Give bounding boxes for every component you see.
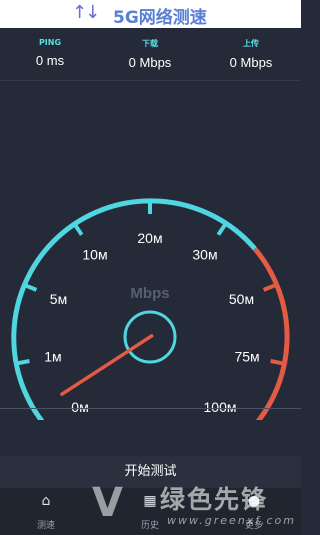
watermark-url: www.greenxf.com xyxy=(167,514,296,527)
baseline-divider xyxy=(0,408,301,409)
gauge-tick-label: 20м xyxy=(137,230,162,246)
gauge-tick-label: 75м xyxy=(234,348,259,364)
gauge-needle xyxy=(60,334,154,396)
gauge-tick-labels: 0м 1м 5м 10м 20м 30м 50м 75м 100м xyxy=(44,230,260,415)
gauge-tick-mark xyxy=(270,359,285,366)
gauge-unit: Mbps xyxy=(130,285,169,302)
gauge-tick-label: 5м xyxy=(50,291,67,307)
gauge-tick-label: 100м xyxy=(204,399,237,415)
watermark-logo-icon: V xyxy=(92,480,123,526)
tab-label: 测速 xyxy=(36,521,55,531)
gauge-tick-mark xyxy=(15,359,30,366)
gauge-tick-mark xyxy=(262,282,278,292)
gauge-tick-mark xyxy=(216,221,228,236)
watermark: V 绿色先锋 www.greenxf.com xyxy=(92,478,301,535)
watermark-brand: 绿色先锋 xyxy=(160,485,269,514)
speed-gauge: 0м 1м 5м 10м 20м 30м 50м 75м 100м Mbps xyxy=(11,198,290,420)
gauge-tick-label: 1м xyxy=(44,348,61,364)
gauge-arc-high xyxy=(252,247,290,420)
gauge-tick-mark xyxy=(72,221,84,236)
gauge-tick-label: 50м xyxy=(229,291,254,307)
gauge-tick-label: 0м xyxy=(71,399,88,415)
gauge-tick-label: 30м xyxy=(192,247,217,263)
tab-speedtest[interactable]: ⌂ 测速 xyxy=(16,492,76,531)
home-icon: ⌂ xyxy=(41,493,51,509)
gauge-tick-label: 10м xyxy=(82,247,107,263)
